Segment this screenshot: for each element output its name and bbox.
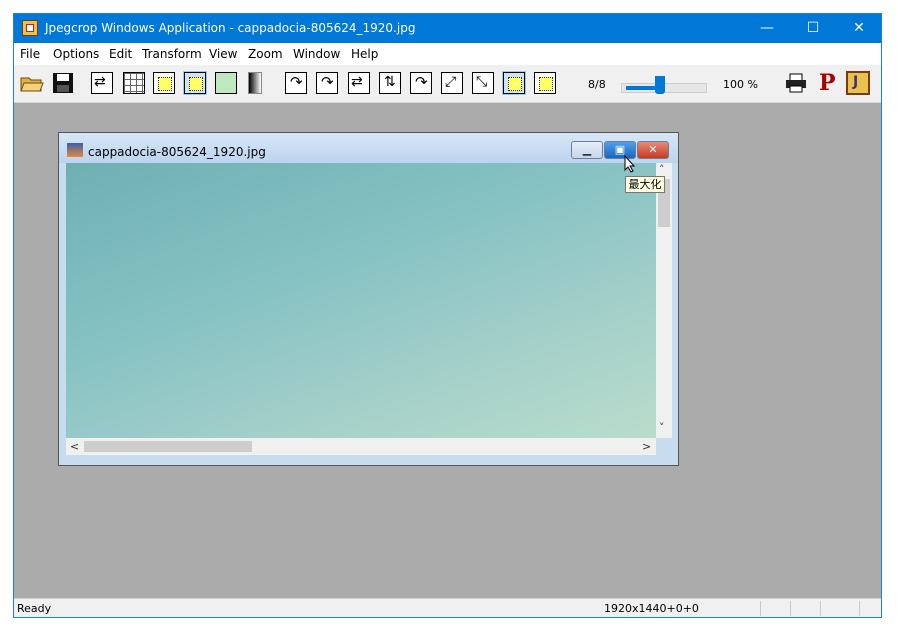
horizontal-scrollbar[interactable]: < > [66, 438, 656, 455]
menu-zoom[interactable]: Zoom [248, 47, 283, 61]
jpegcrop-app-icon[interactable] [22, 20, 38, 36]
menu-edit[interactable]: Edit [109, 47, 132, 61]
menu-view[interactable]: View [209, 47, 237, 61]
status-divider [820, 601, 821, 616]
menu-file[interactable]: File [20, 47, 40, 61]
rotate-right-icon[interactable] [316, 72, 338, 94]
zoom-level: 100 % [723, 78, 758, 91]
menu-options[interactable]: Options [53, 47, 99, 61]
status-divider [859, 601, 860, 616]
menu-transform[interactable]: Transform [142, 47, 202, 61]
horizontal-scroll-thumb[interactable] [84, 441, 252, 452]
jpegcrop-about-icon[interactable] [846, 71, 870, 95]
title-bar[interactable]: Jpegcrop Windows Application - cappadoci… [14, 14, 881, 43]
scroll-up-icon[interactable]: ˄ [659, 163, 665, 176]
select-all-icon[interactable] [502, 71, 526, 95]
transpose-icon[interactable] [441, 72, 463, 94]
status-bar: Ready 1920x1440+0+0 [14, 598, 881, 617]
gradient-icon[interactable] [248, 72, 262, 94]
minimize-button[interactable]: — [744, 14, 790, 43]
scroll-right-icon[interactable]: > [642, 440, 651, 453]
crop-frame-icon[interactable] [215, 72, 237, 94]
close-button[interactable]: ✕ [836, 14, 882, 43]
save-disk-icon[interactable] [52, 72, 74, 94]
print-icon[interactable] [785, 73, 807, 93]
document-window: cappadocia-805624_1920.jpg ▁ ▣ ✕ ˄ ˅ < > [58, 132, 679, 466]
doc-minimize-button[interactable]: ▁ [571, 141, 603, 159]
image-canvas[interactable] [66, 163, 656, 438]
page-count: 8/8 [588, 78, 606, 91]
rotate-90-icon[interactable] [410, 72, 432, 94]
maximize-button[interactable]: ☐ [790, 14, 836, 43]
doc-minimize-icon: ▁ [582, 143, 592, 156]
rotate-left-icon[interactable] [285, 72, 307, 94]
status-text: Ready [17, 602, 52, 615]
grid-icon[interactable] [123, 72, 145, 94]
status-divider [760, 601, 761, 616]
properties-p-icon[interactable]: P [819, 70, 836, 96]
doc-close-icon: ✕ [648, 143, 658, 156]
document-title-bar[interactable]: cappadocia-805624_1920.jpg ▁ ▣ ✕ [59, 133, 678, 163]
transform-icon[interactable] [91, 72, 113, 94]
image-thumbnail-icon [67, 143, 83, 157]
status-divider [790, 601, 791, 616]
menu-bar: File Options Edit Transform View Zoom Wi… [14, 43, 881, 65]
flip-vertical-icon[interactable] [379, 72, 401, 94]
doc-close-button[interactable]: ✕ [637, 141, 669, 159]
window-title: Jpegcrop Windows Application - cappadoci… [45, 21, 416, 35]
menu-window[interactable]: Window [293, 47, 340, 61]
transverse-icon[interactable] [472, 72, 494, 94]
document-title: cappadocia-805624_1920.jpg [88, 145, 266, 159]
scroll-down-icon[interactable]: ˅ [659, 421, 665, 434]
zoom-slider[interactable] [621, 73, 707, 97]
scroll-left-icon[interactable]: < [70, 440, 79, 453]
zoom-slider-thumb[interactable] [655, 76, 665, 94]
open-folder-icon[interactable] [20, 73, 44, 95]
toolbar: 8/8 100 % P [14, 65, 881, 103]
menu-help[interactable]: Help [351, 47, 378, 61]
mouse-cursor-icon [624, 155, 636, 173]
crop-select-icon[interactable] [153, 72, 175, 94]
app-window: Jpegcrop Windows Application - cappadoci… [13, 13, 882, 618]
image-dimensions: 1920x1440+0+0 [604, 602, 699, 615]
crop-fit-icon[interactable] [183, 71, 207, 95]
vertical-scrollbar[interactable]: ˄ ˅ [656, 163, 672, 438]
select-none-icon[interactable] [534, 72, 556, 94]
flip-horizontal-icon[interactable] [348, 72, 370, 94]
maximize-tooltip: 最大化 [625, 176, 665, 193]
